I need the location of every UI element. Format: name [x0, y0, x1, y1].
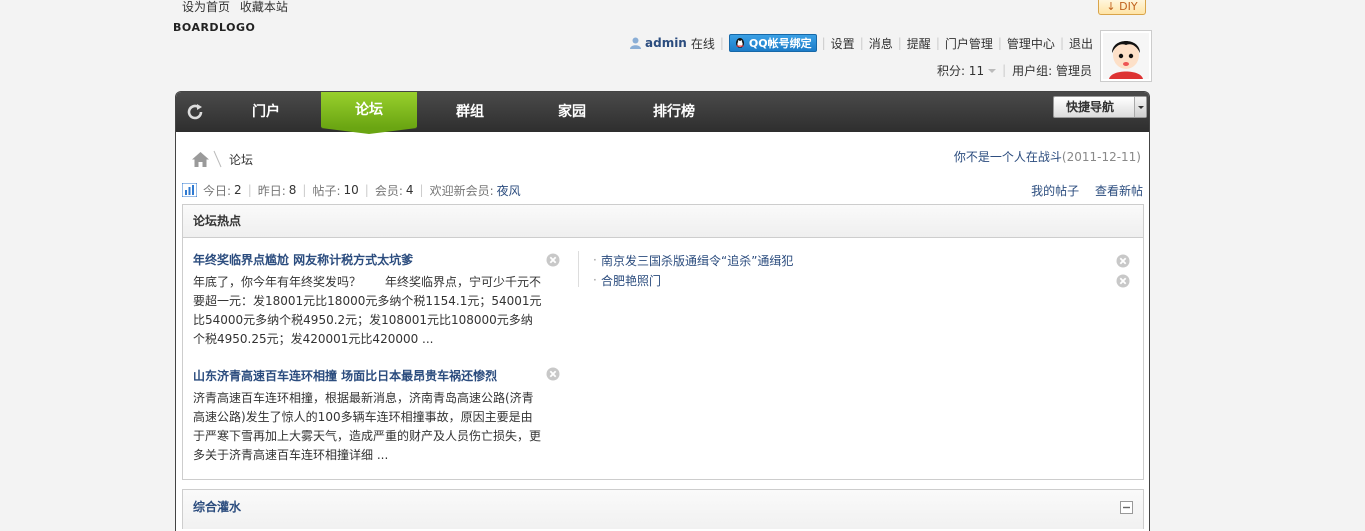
diy-button[interactable]: ↓ DIY — [1098, 0, 1146, 15]
messages-link[interactable]: 消息 — [869, 35, 893, 52]
home-icon[interactable] — [192, 151, 209, 167]
hot-link[interactable]: 合肥艳照门 — [601, 274, 661, 288]
today-label: 今日: — [203, 183, 232, 198]
divider: | — [997, 36, 1002, 50]
chevron-down-icon — [988, 69, 997, 73]
posts-count: 10 — [343, 183, 359, 197]
members-label: 会员: — [374, 183, 403, 198]
admin-center-link[interactable]: 管理中心 — [1007, 35, 1055, 52]
diy-label: DIY — [1119, 0, 1138, 13]
hot-featured-list: 年终奖临界点尴尬 网友称计税方式太坑爹 年底了，你今年有年终奖发吗？ 年终奖临界… — [193, 251, 563, 483]
qq-bind-label: QQ帐号绑定 — [748, 37, 812, 50]
hot-item-title[interactable]: 年终奖临界点尴尬 网友称计税方式太坑爹 — [193, 251, 563, 269]
divider: | — [247, 183, 252, 197]
divider: | — [821, 36, 826, 50]
points-label: 积分: 11 — [936, 63, 985, 78]
main-nav: 门户 论坛 群组 家园 排行榜 快捷导航 — [176, 92, 1149, 134]
hot-item: 年终奖临界点尴尬 网友称计税方式太坑爹 年底了，你今年有年终奖发吗？ 年终奖临界… — [193, 251, 563, 349]
quick-nav-button[interactable]: 快捷导航 — [1053, 96, 1147, 118]
qq-penguin-icon — [735, 38, 744, 48]
forum-category-box: 综合灌水 — [182, 489, 1144, 529]
avatar-image — [1103, 33, 1149, 79]
close-icon[interactable] — [1116, 254, 1130, 268]
divider: | — [1002, 63, 1007, 77]
avatar[interactable] — [1100, 30, 1152, 82]
portal-admin-link[interactable]: 门户管理 — [945, 35, 993, 52]
new-posts-link[interactable]: 查看新帖 — [1095, 184, 1143, 198]
column-divider — [578, 251, 579, 287]
divider: | — [302, 183, 307, 197]
newest-member-label: 欢迎新会员: — [429, 183, 494, 198]
divider: | — [897, 36, 902, 50]
refresh-icon[interactable] — [186, 103, 206, 121]
divider: | — [1059, 36, 1064, 50]
user-icon — [630, 37, 641, 49]
yesterday-count: 8 — [288, 183, 297, 197]
hot-item: 山东济青高速百车连环相撞 场面比日本最昂贵车祸还惨烈 济青高速百车连环相撞，根据… — [193, 367, 563, 465]
nav-tab-forum[interactable]: 论坛 — [321, 92, 417, 134]
top-links: 设为首页 收藏本站 — [182, 0, 294, 14]
forum-stats: 今日: 2 | 昨日: 8 | 帖子: 10 | 会员: 4 | 欢迎新会员: 夜风 — [182, 182, 521, 198]
logout-link[interactable]: 退出 — [1069, 35, 1093, 52]
my-posts-link[interactable]: 我的帖子 — [1031, 184, 1079, 198]
main-panel: 门户 论坛 群组 家园 排行榜 快捷导航 论坛 你不是一个人在战斗(2011-1… — [175, 91, 1150, 531]
hot-link-item: 南京发三国杀版通缉令“追杀”通缉犯 — [593, 250, 1138, 271]
hot-topics-box: 论坛热点 年终奖临界点尴尬 网友称计税方式太坑爹 年底了，你今年有年终奖发吗？ … — [182, 204, 1144, 480]
down-arrow-icon: ↓ — [1106, 0, 1116, 13]
hot-link-item: 合肥艳照门 — [593, 270, 1138, 291]
bookmark-site-link[interactable]: 收藏本站 — [240, 0, 288, 14]
hot-item-summary: 济青高速百车连环相撞，根据最新消息，济南青岛高速公路(济青高速公路)发生了惊人的… — [193, 391, 542, 462]
close-icon[interactable] — [546, 367, 560, 381]
collapse-icon[interactable] — [1120, 501, 1133, 514]
nav-tab-ranking[interactable]: 排行榜 — [626, 92, 722, 132]
user-bar: admin 在线 | QQ帐号绑定 | 设置 | 消息 | 提醒 | 门户管理 … — [630, 34, 1093, 52]
close-icon[interactable] — [546, 253, 560, 267]
divider: | — [859, 36, 864, 50]
stats-links: 我的帖子 查看新帖 — [1019, 182, 1143, 199]
hot-topics-title: 论坛热点 — [183, 205, 1143, 238]
divider: | — [719, 36, 724, 50]
divider: | — [935, 36, 940, 50]
user-bar-secondary: 积分: 11 | 用户组: 管理员 — [937, 62, 1092, 78]
online-status: 在线 — [690, 36, 715, 51]
announcement: 你不是一个人在战斗(2011-12-11) — [954, 149, 1141, 165]
members-count: 4 — [405, 183, 414, 197]
chevron-down-icon[interactable] — [1134, 97, 1146, 117]
set-homepage-link[interactable]: 设为首页 — [182, 0, 230, 14]
today-count: 2 — [234, 183, 242, 197]
notifications-link[interactable]: 提醒 — [907, 35, 931, 52]
announcement-link[interactable]: 你不是一个人在战斗 — [954, 150, 1062, 164]
posts-label: 帖子: — [312, 183, 341, 198]
announcement-date: (2011-12-11) — [1061, 150, 1141, 164]
qq-bind-button[interactable]: QQ帐号绑定 — [728, 34, 817, 52]
bar-chart-icon — [182, 183, 197, 197]
nav-tab-portal[interactable]: 门户 — [218, 92, 314, 132]
nav-tab-home[interactable]: 家园 — [524, 92, 620, 132]
points-dropdown[interactable]: 积分: 11 — [936, 62, 997, 79]
hot-link-list: 南京发三国杀版通缉令“追杀”通缉犯 合肥艳照门 — [593, 250, 1138, 291]
breadcrumb-current[interactable]: 论坛 — [229, 151, 253, 168]
hot-item-title[interactable]: 山东济青高速百车连环相撞 场面比日本最昂贵车祸还惨烈 — [193, 367, 563, 385]
divider: | — [364, 183, 369, 197]
settings-link[interactable]: 设置 — [831, 35, 855, 52]
breadcrumb: 论坛 — [192, 149, 253, 169]
newest-member-link[interactable]: 夜风 — [497, 182, 521, 199]
category-title[interactable]: 综合灌水 — [193, 498, 241, 515]
username-link[interactable]: admin — [645, 36, 687, 50]
quick-nav-label: 快捷导航 — [1066, 100, 1115, 114]
breadcrumb-separator-icon — [213, 150, 222, 168]
user-group-link[interactable]: 用户组: 管理员 — [1012, 62, 1092, 79]
hot-item-summary: 年底了，你今年有年终奖发吗？ 年终奖临界点，宁可少千元不要超一元：发18001元… — [193, 275, 542, 346]
board-logo[interactable]: BOARDLOGO — [173, 21, 255, 34]
nav-tab-groups[interactable]: 群组 — [422, 92, 518, 132]
yesterday-label: 昨日: — [257, 183, 286, 198]
hot-link[interactable]: 南京发三国杀版通缉令“追杀”通缉犯 — [601, 254, 793, 268]
divider: | — [419, 183, 424, 197]
close-icon[interactable] — [1116, 274, 1130, 288]
